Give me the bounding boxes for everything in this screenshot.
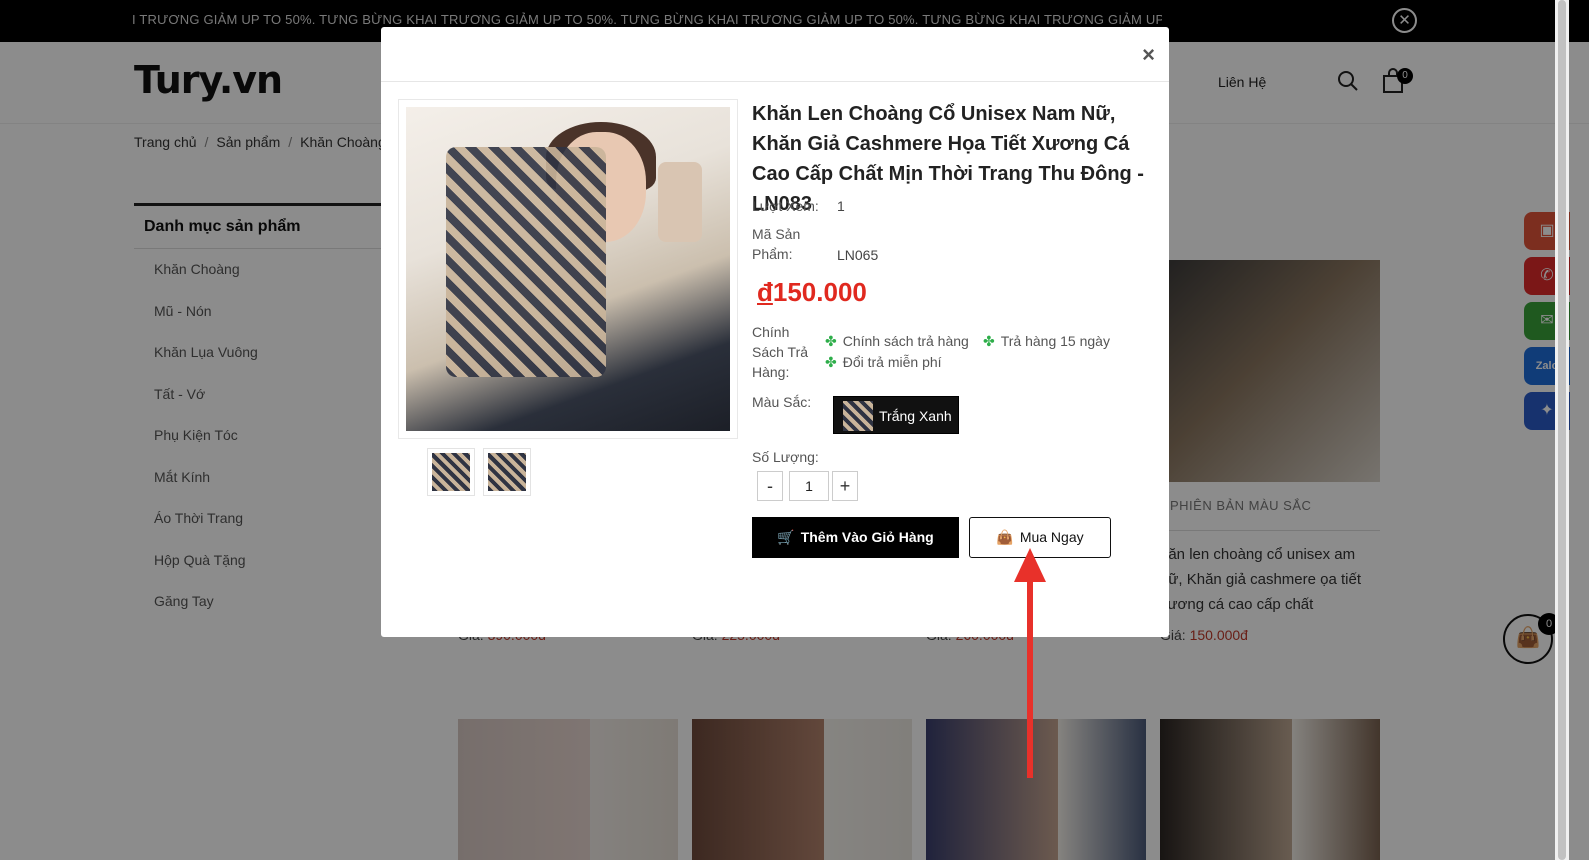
annotation-arrow (1014, 548, 1046, 778)
